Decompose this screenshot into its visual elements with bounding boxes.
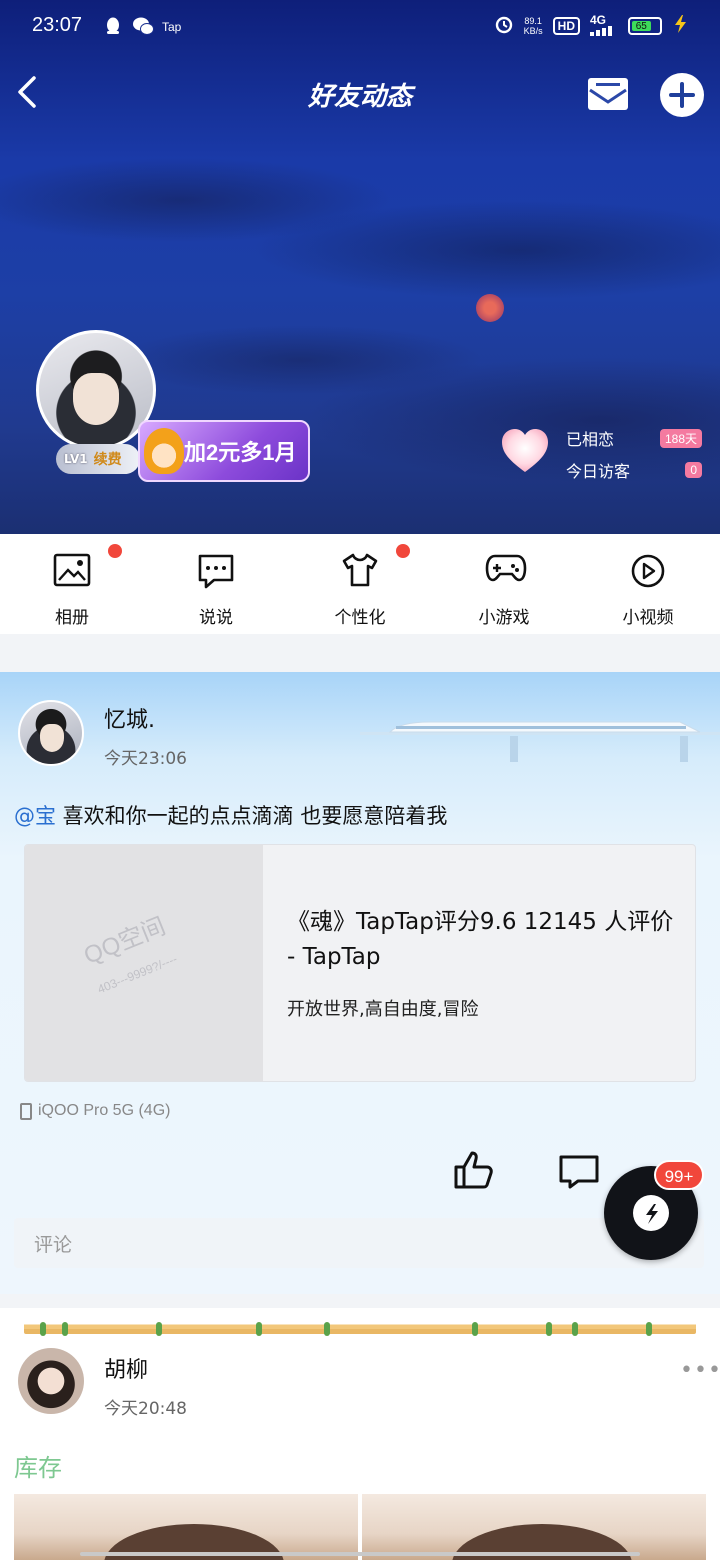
- desert-decoration: [24, 1318, 696, 1336]
- post-body: 喜欢和你一起的点点滴滴 也要愿意陪着我: [56, 804, 448, 828]
- link-thumbnail: QQ空间 403---9999?/----: [25, 845, 263, 1081]
- header-banner: 23:07 Tap 89.1 KB/s HD 4G 65 好友动态 LV1 续费…: [0, 0, 720, 534]
- add-button[interactable]: [660, 73, 704, 117]
- post-text: 库存: [14, 1454, 62, 1482]
- level-label: LV1: [64, 452, 88, 466]
- cactus-icon: [572, 1322, 578, 1336]
- cactus-icon: [646, 1322, 652, 1336]
- cactus-icon: [256, 1322, 262, 1336]
- wechat-icon: [132, 16, 154, 40]
- comment-input[interactable]: 评论: [14, 1218, 704, 1268]
- signal-4g: 4G: [590, 13, 618, 36]
- renew-label: 续费: [93, 452, 122, 468]
- thumbs-up-icon: [454, 1151, 493, 1189]
- post-timestamp: 今天20:48: [104, 1399, 187, 1419]
- cactus-icon: [546, 1322, 552, 1336]
- plus-icon: [669, 82, 695, 108]
- feature-bar: 相册 说说 个性化 小游戏 小视频: [0, 534, 720, 634]
- net-speed-value: 89.1: [524, 15, 542, 26]
- feature-label: 小游戏: [478, 608, 530, 628]
- feature-personalize[interactable]: 个性化: [288, 534, 432, 634]
- link-description: 开放世界,高自由度,冒险: [287, 999, 479, 1020]
- post-photo[interactable]: [362, 1494, 706, 1560]
- love-status-row[interactable]: 已相恋 188天: [566, 426, 702, 450]
- train-decoration: [360, 721, 720, 762]
- feed-post: 胡柳 今天20:48 ••• 库存: [0, 1308, 720, 1560]
- heart-icon[interactable]: [500, 426, 550, 476]
- visitors-label: 今日访客: [566, 462, 631, 481]
- visitors-count-pill: 0: [685, 462, 702, 478]
- feature-label: 相册: [55, 608, 89, 628]
- post-timestamp: 今天23:06: [104, 749, 187, 769]
- level-badge[interactable]: LV1 续费: [56, 444, 140, 474]
- shirt-icon: [342, 553, 378, 587]
- notification-dot: [396, 544, 410, 558]
- post-author-avatar[interactable]: [18, 700, 84, 766]
- moon-decoration: [476, 294, 504, 322]
- comment-placeholder: 评论: [34, 1234, 73, 1256]
- post-author-avatar[interactable]: [18, 1348, 84, 1414]
- feature-minivideo[interactable]: 小视频: [576, 534, 720, 634]
- alarm-icon: [494, 14, 514, 37]
- charging-icon: [672, 14, 690, 37]
- visitors-row[interactable]: 今日访客 0: [566, 458, 702, 482]
- battery-indicator: 65: [628, 16, 662, 35]
- promo-badge[interactable]: 加2元多1月: [138, 420, 310, 482]
- battery-level: 65: [632, 20, 651, 32]
- mail-icon: [588, 78, 628, 110]
- cactus-icon: [324, 1322, 330, 1336]
- shared-link-card[interactable]: QQ空间 403---9999?/---- 《魂》TapTap评分9.6 121…: [24, 844, 696, 1082]
- feature-label: 小视频: [622, 608, 674, 628]
- home-indicator[interactable]: [80, 1552, 640, 1556]
- mention-link[interactable]: @宝: [14, 804, 56, 828]
- love-days-pill: 188天: [659, 428, 702, 448]
- hd-indicator: HD: [552, 16, 580, 35]
- cactus-icon: [40, 1322, 46, 1336]
- cactus-icon: [472, 1322, 478, 1336]
- feature-shuoshuo[interactable]: 说说: [144, 534, 288, 634]
- post-author-name[interactable]: 忆城.: [104, 702, 155, 734]
- post-text: @宝 喜欢和你一起的点点滴滴 也要愿意陪着我: [14, 800, 447, 830]
- tap-label: Tap: [162, 20, 182, 34]
- promo-text: 加2元多1月: [184, 440, 297, 465]
- cactus-icon: [156, 1322, 162, 1336]
- mascot-icon: [144, 428, 184, 474]
- net-speed-unit: KB/s: [523, 25, 543, 36]
- comment-button[interactable]: [558, 1154, 600, 1194]
- link-title: 《魂》TapTap评分9.6 12145 人评价 - TapTap: [287, 909, 674, 970]
- device-name: iQOO Pro 5G (4G): [38, 1102, 171, 1119]
- avatar-face: [73, 373, 119, 425]
- feature-album[interactable]: 相册: [0, 534, 144, 634]
- net-speed: 89.1 KB/s: [524, 16, 543, 36]
- top-nav: 好友动态: [0, 60, 720, 130]
- notification-dot: [108, 544, 122, 558]
- status-right-group: 89.1 KB/s HD 4G 65: [494, 14, 690, 37]
- feature-label: 个性化: [334, 608, 386, 628]
- more-options-button[interactable]: •••: [680, 1358, 720, 1383]
- like-button[interactable]: [452, 1150, 494, 1194]
- feature-label: 说说: [199, 608, 233, 628]
- status-time: 23:07: [32, 14, 83, 36]
- comment-icon: [559, 1155, 599, 1189]
- gamepad-icon: [485, 554, 527, 582]
- chat-icon: [198, 554, 234, 589]
- play-icon: [631, 554, 665, 588]
- status-bar: 23:07 Tap 89.1 KB/s HD 4G 65: [0, 0, 720, 56]
- avatar-face: [40, 724, 64, 752]
- mail-button[interactable]: [586, 74, 630, 114]
- unread-badge: 99+: [654, 1160, 704, 1190]
- qq-penguin-icon: [104, 16, 122, 40]
- cactus-icon: [62, 1322, 68, 1336]
- love-label: 已相恋: [566, 430, 615, 449]
- album-icon: [53, 553, 91, 587]
- post-author-name[interactable]: 胡柳: [104, 1352, 148, 1384]
- network-type: 4G: [590, 13, 607, 27]
- phone-icon: [20, 1102, 32, 1120]
- device-info: iQOO Pro 5G (4G): [20, 1102, 170, 1120]
- post-photo[interactable]: [14, 1494, 358, 1560]
- feature-minigame[interactable]: 小游戏: [432, 534, 576, 634]
